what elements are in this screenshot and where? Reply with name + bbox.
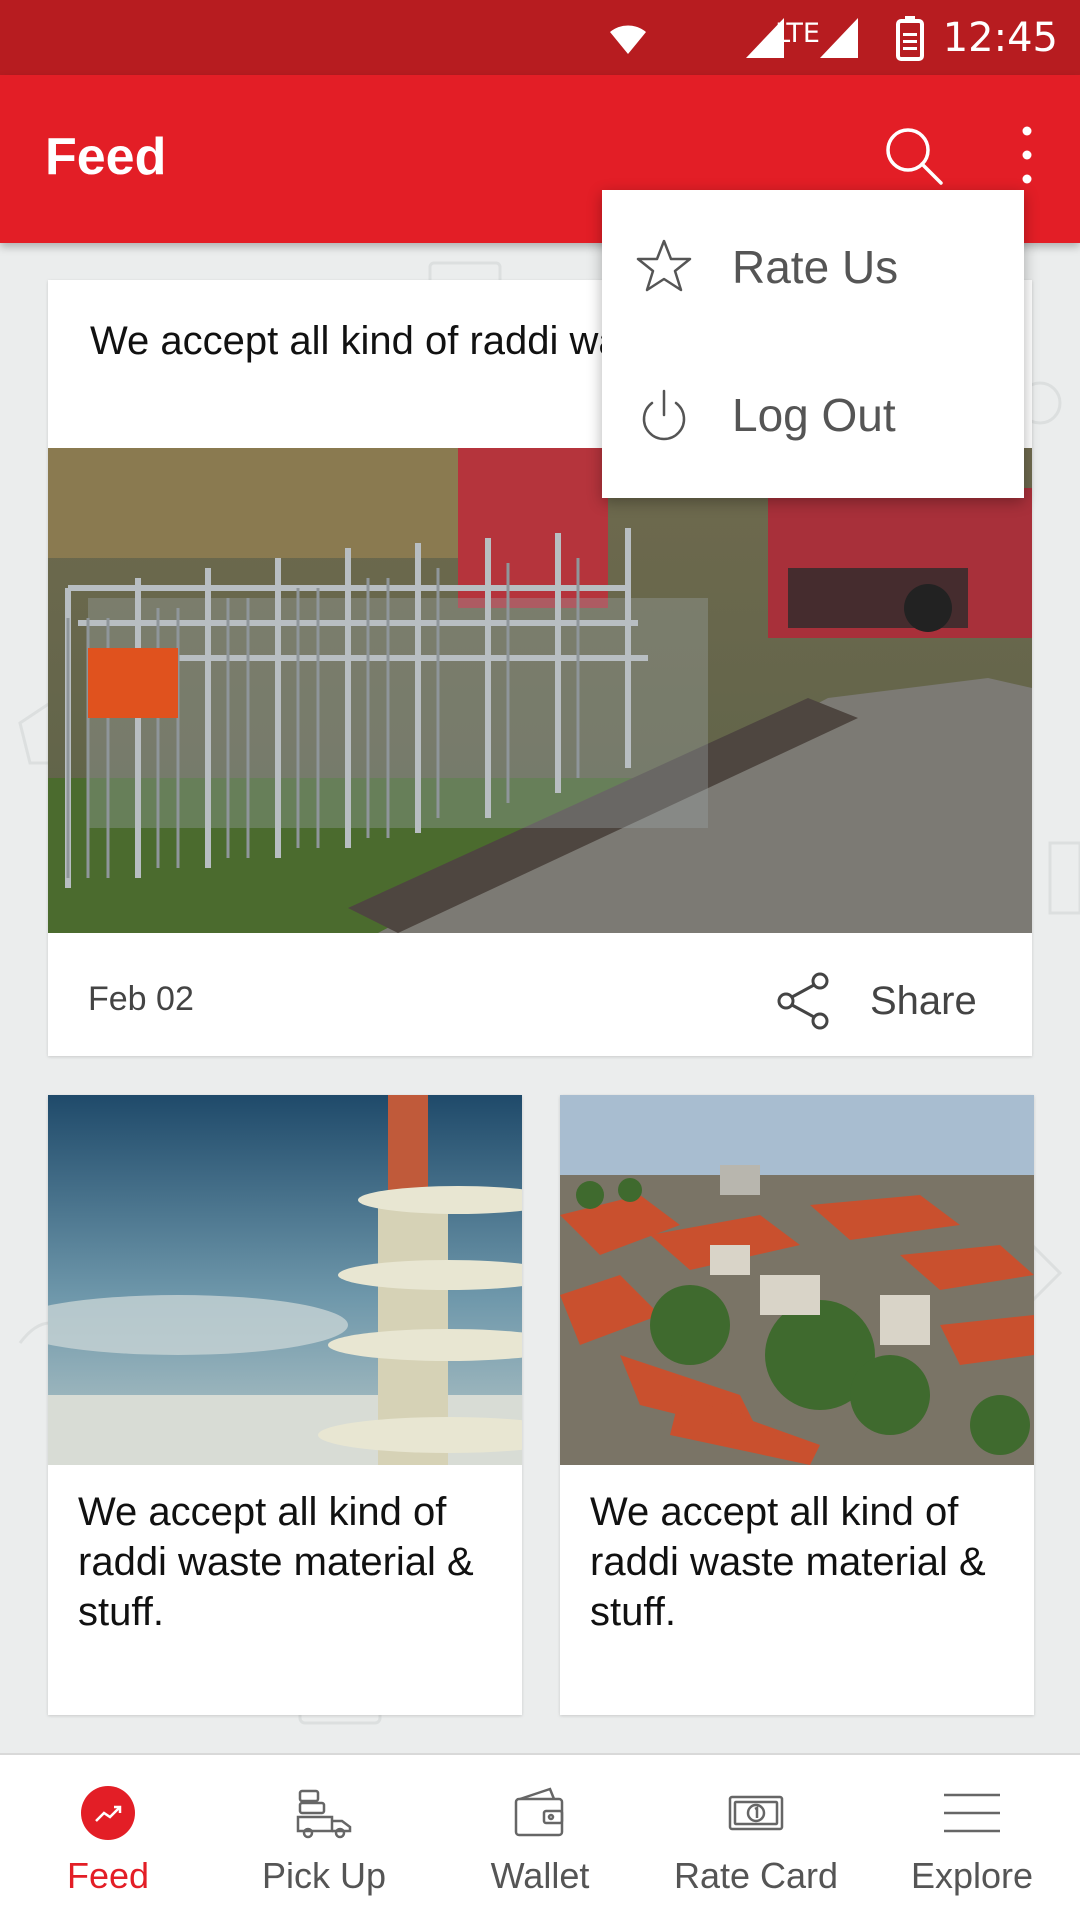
battery-icon (896, 0, 924, 75)
feed-card-left[interactable]: We accept all kind of raddi waste materi… (48, 1095, 522, 1715)
card-title: We accept all kind of raddi waste materi… (590, 1490, 986, 1634)
truck-icon (296, 1789, 352, 1839)
page-title: Feed (45, 128, 167, 186)
trending-icon (81, 1786, 135, 1840)
menu-item-label: Rate Us (732, 241, 899, 293)
nav-label: Feed (66, 1855, 150, 1896)
city-rooftops-photo (560, 1095, 1034, 1465)
nav-item-pick-up[interactable]: Pick Up (216, 1755, 432, 1920)
menu-item-log-out[interactable]: Log Out (602, 340, 1024, 490)
frosted-tower-photo (48, 1095, 522, 1465)
card-title: We accept all kind of raddi waste materi… (78, 1490, 474, 1634)
bottom-navigation: Feed Pick Up Wallet Rate Card Explore (0, 1753, 1080, 1920)
wallet-icon (514, 1787, 564, 1837)
share-icon (777, 972, 829, 1030)
nav-label: Wallet (490, 1855, 590, 1896)
nav-item-wallet[interactable]: Wallet (432, 1755, 648, 1920)
menu-item-label: Log Out (732, 389, 896, 441)
share-button[interactable]: Share (774, 970, 977, 1032)
menu-item-rate-us[interactable]: Rate Us (602, 192, 1024, 342)
star-icon (636, 239, 692, 292)
banknote-icon (728, 1795, 784, 1831)
status-bar: LTE 12:45 (0, 0, 1080, 75)
nav-label: Explore (910, 1855, 1034, 1896)
menu-lines-icon (944, 1793, 1000, 1833)
more-vert-icon[interactable] (1005, 123, 1049, 187)
scrap-yard-photo (48, 448, 1032, 933)
nav-label: Pick Up (261, 1855, 387, 1896)
card-date: Feb 02 (88, 980, 194, 1018)
signal-icon (744, 0, 786, 75)
nav-item-rate-card[interactable]: Rate Card (648, 1755, 864, 1920)
search-icon[interactable] (883, 125, 945, 187)
feed-card-right[interactable]: We accept all kind of raddi waste materi… (560, 1095, 1034, 1715)
nav-item-feed[interactable]: Feed (0, 1755, 216, 1920)
nav-item-explore[interactable]: Explore (864, 1755, 1080, 1920)
overflow-menu: Rate Us Log Out (602, 190, 1024, 498)
share-label: Share (870, 978, 977, 1023)
clock: 12:45 (942, 14, 1058, 61)
wifi-icon (604, 0, 652, 75)
signal-icon-2 (818, 0, 860, 75)
power-icon (642, 389, 686, 441)
nav-label: Rate Card (673, 1855, 839, 1896)
